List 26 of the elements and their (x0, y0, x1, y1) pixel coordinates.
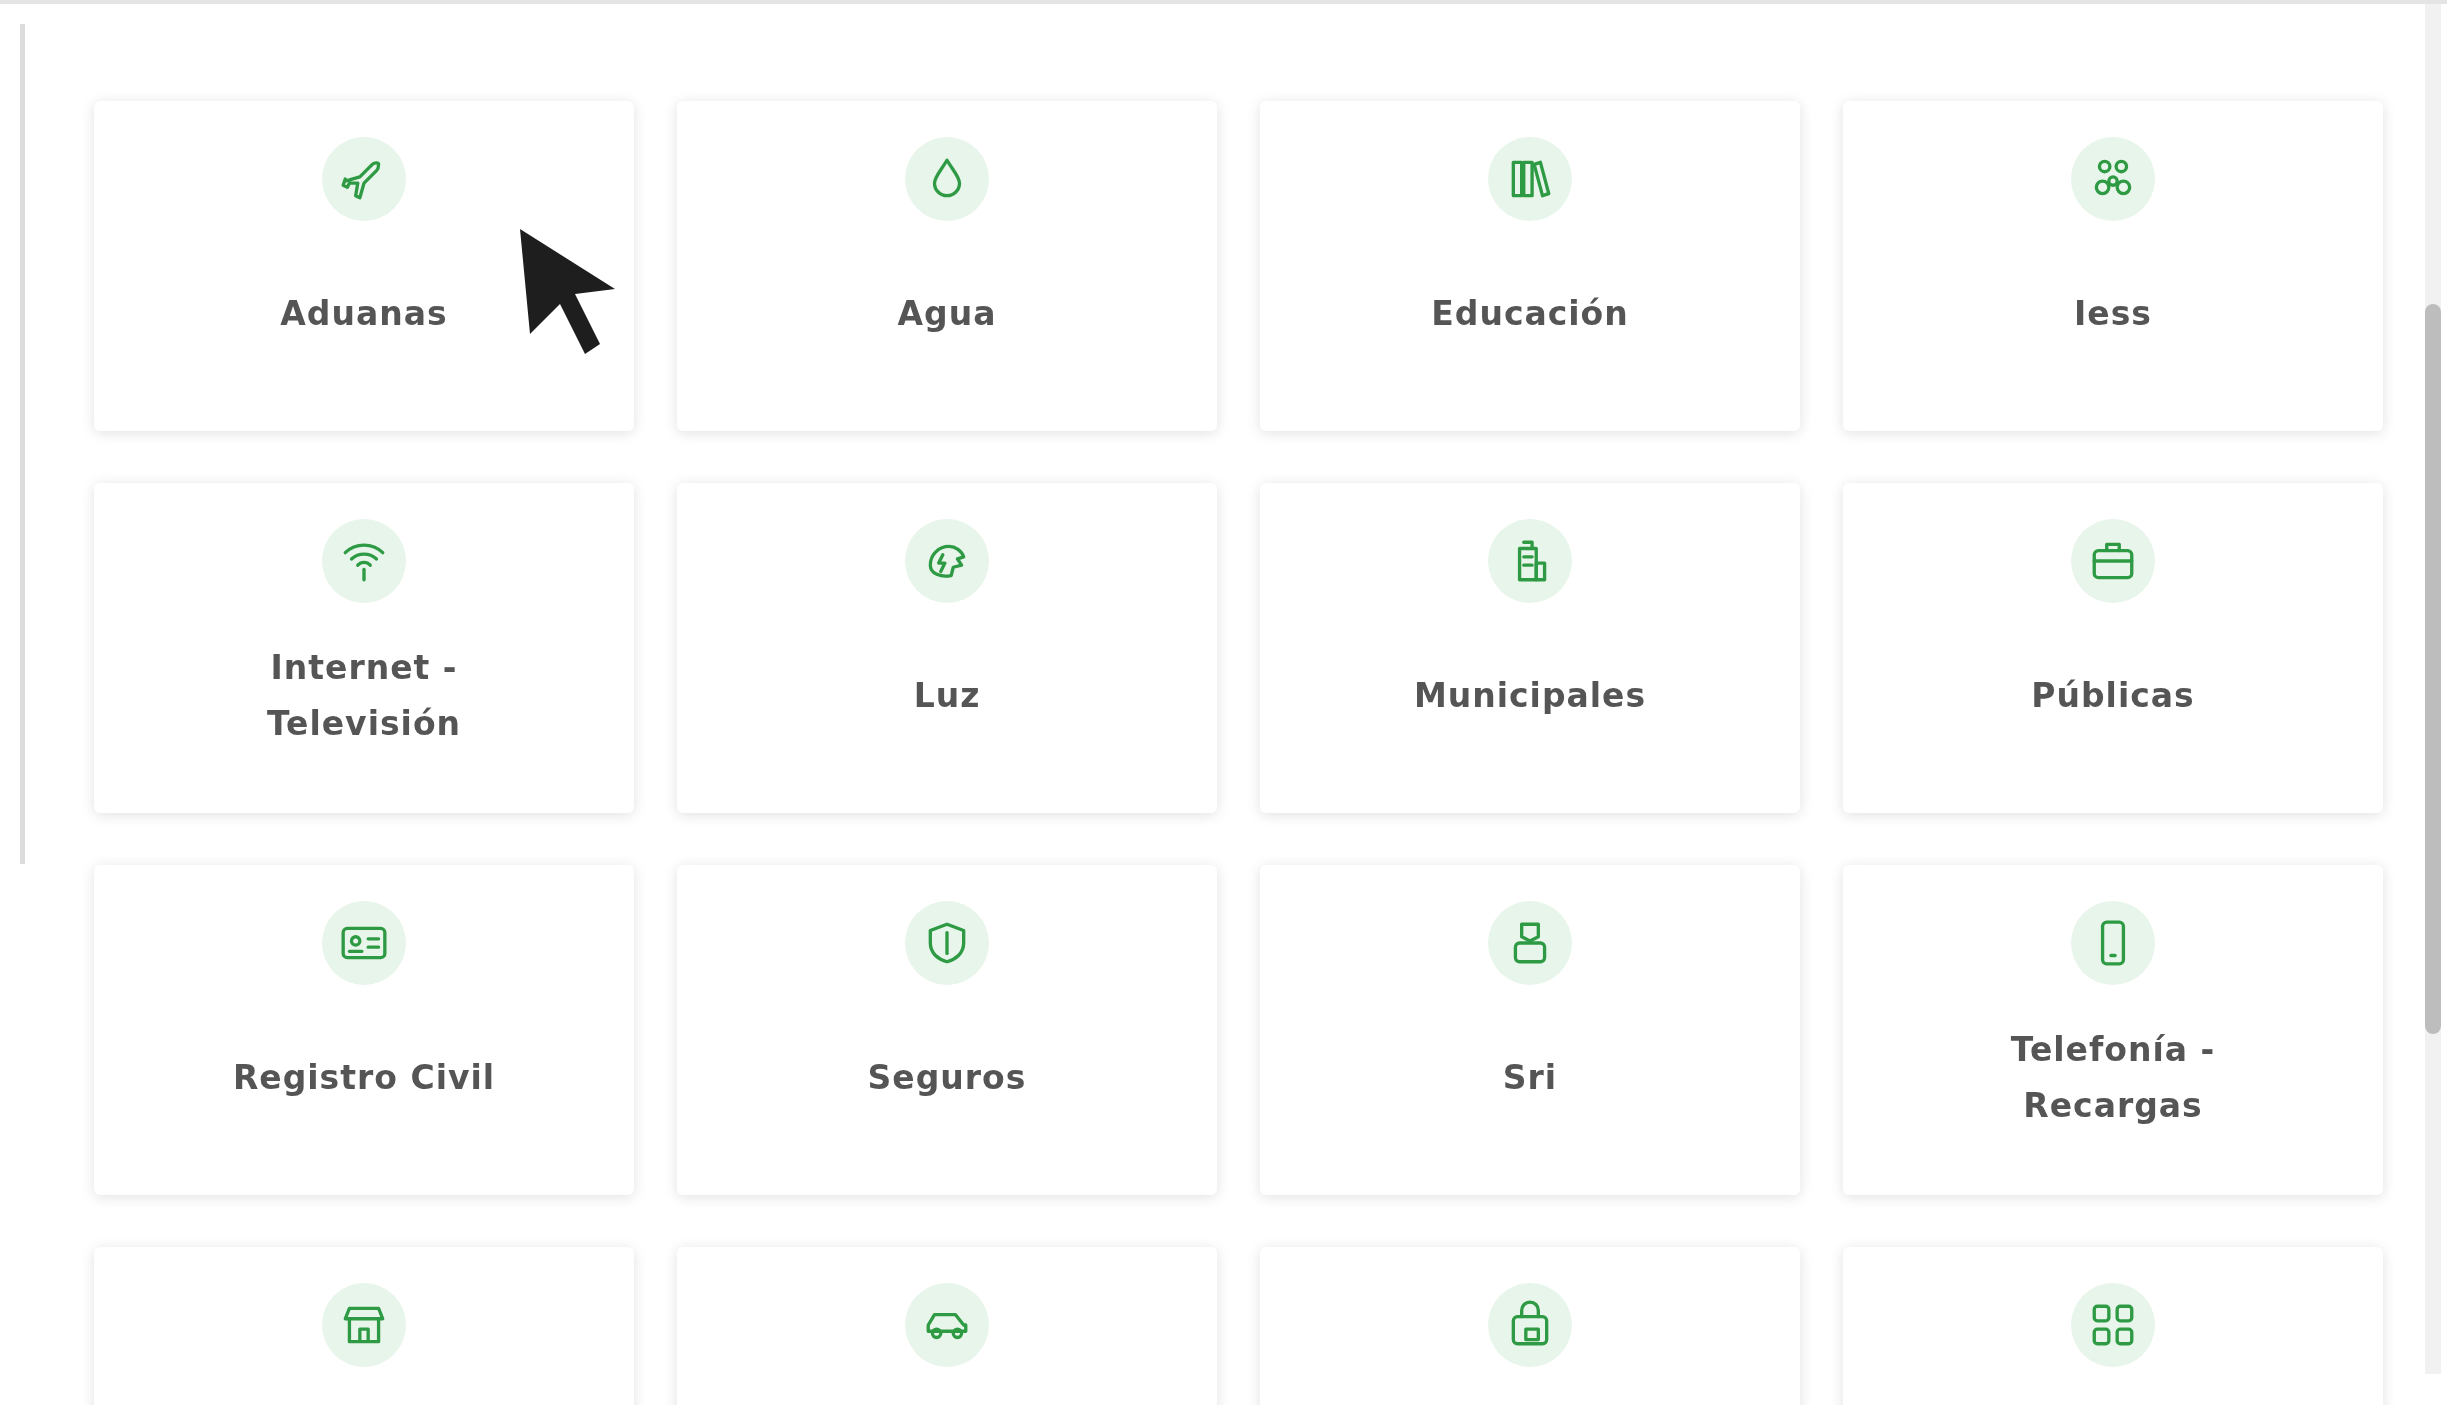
scrollbar-thumb[interactable] (2425, 304, 2441, 1034)
category-label: Públicas (2031, 675, 2195, 717)
scrollbar[interactable] (2425, 4, 2441, 1374)
category-card[interactable]: Aduanas (94, 101, 634, 431)
category-label: Telefonía - Recargas (2009, 1029, 2217, 1127)
category-card[interactable]: Sri (1260, 865, 1800, 1195)
category-label: Iess (2074, 293, 2152, 335)
category-card[interactable]: Internet - Televisión (94, 483, 634, 813)
category-card[interactable]: Municipales (1260, 483, 1800, 813)
category-card[interactable]: Públicas (1843, 483, 2383, 813)
category-label: Municipales (1413, 675, 1647, 717)
category-card[interactable]: Telefonía - Recargas (1843, 865, 2383, 1195)
category-card[interactable]: Registro Civil (94, 865, 634, 1195)
category-card[interactable]: Educación (1260, 101, 1800, 431)
category-label: Luz (913, 675, 981, 717)
category-label: Educación (1431, 293, 1629, 335)
category-label: Seguros (867, 1057, 1027, 1099)
category-label: Sri (1502, 1057, 1558, 1099)
category-label: Aduanas (280, 293, 448, 335)
category-label: Agua (897, 293, 997, 335)
category-card[interactable]: Luz (677, 483, 1217, 813)
category-card[interactable]: Agua (677, 101, 1217, 431)
category-label: Internet - Televisión (265, 647, 463, 745)
category-label: Registro Civil (232, 1057, 496, 1099)
category-card[interactable]: Seguros (677, 865, 1217, 1195)
category-card[interactable]: Iess (1843, 101, 2383, 431)
